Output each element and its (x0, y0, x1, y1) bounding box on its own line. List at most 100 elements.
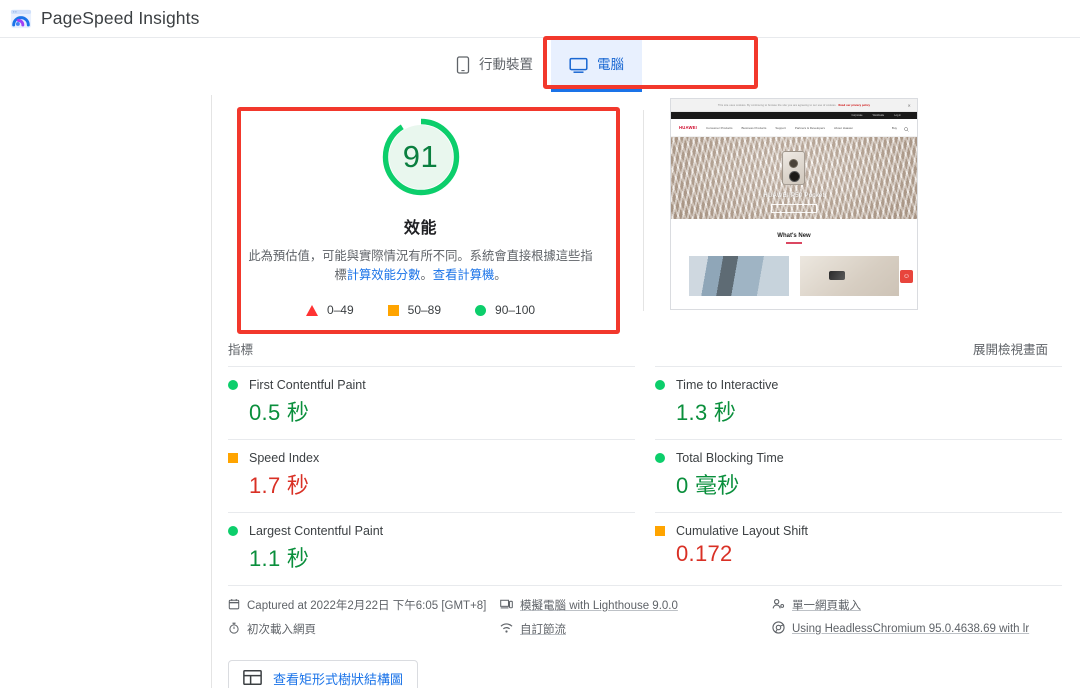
mobile-icon (456, 56, 470, 74)
thumb-cookie-bar: This site uses cookies. By continuing to… (671, 99, 917, 112)
metrics-column-left: First Contentful Paint 0.5 秒 Speed Index… (228, 366, 635, 585)
thumb-nav-0: Consumer Products (705, 125, 733, 130)
score-gauge: 91 (380, 116, 462, 198)
metrics-column-right: Time to Interactive 1.3 秒 Total Blocking… (655, 366, 1062, 585)
main-content: 91 效能 此為預估值，可能與實際情況有所不同。系統會直接根據這些指標計算效能分… (0, 92, 1080, 688)
metric-value: 1.1 秒 (249, 546, 310, 572)
meta-captured: Captured at 2022年2月22日 下午6:05 [GMT+8] (228, 597, 500, 613)
metric-value: 0 毫秒 (676, 473, 740, 499)
summary-divider (643, 110, 644, 312)
desktop-icon (569, 57, 588, 74)
performance-score-card: 91 效能 此為預估值，可能與實際情況有所不同。系統會直接根據這些指標計算效能分… (228, 92, 613, 329)
tab-desktop-label: 電腦 (597, 56, 624, 72)
score-description-sep2: 。 (494, 268, 507, 283)
thumb-hero-button (771, 204, 817, 213)
view-treemap-button[interactable]: 查看矩形式樹狀結構圖 (228, 660, 419, 688)
expand-view-button[interactable]: 展開檢視畫面 (973, 339, 1048, 358)
score-legend: 0–49 50–89 90–100 (305, 303, 536, 318)
thumb-nav-4: About Huawei (834, 125, 853, 130)
score-title: 效能 (403, 220, 438, 237)
app-title: PageSpeed Insights (41, 8, 200, 28)
metrics-header: 指標 展開檢視畫面 (228, 329, 1062, 366)
metric-value: 1.7 秒 (249, 473, 310, 499)
calendar-icon (228, 598, 240, 613)
status-circle-icon (228, 526, 238, 537)
status-circle-icon (228, 380, 238, 391)
meta-user-agent[interactable]: Using HeadlessChromium 95.0.4638.69 with… (772, 621, 1062, 637)
triangle-icon (305, 304, 318, 316)
metric-first-contentful-paint[interactable]: First Contentful Paint 0.5 秒 (228, 366, 635, 439)
status-circle-icon (655, 380, 665, 391)
status-square-icon (655, 526, 665, 537)
final-screenshot-wrap: This site uses cookies. By continuing to… (670, 92, 918, 310)
score-value: 91 (402, 139, 439, 174)
thumb-topbar-item-0: Corporate (851, 114, 863, 117)
meta-emulation-text: 模擬電腦 with Lighthouse 9.0.0 (520, 600, 678, 613)
chromium-icon (772, 621, 785, 637)
device-tabs: 行動裝置 電腦 (438, 38, 642, 92)
metric-total-blocking-time[interactable]: Total Blocking Time 0 毫秒 (655, 439, 1062, 512)
metric-value: 0.172 (676, 541, 733, 567)
meta-emulation[interactable]: 模擬電腦 with Lighthouse 9.0.0 (500, 597, 772, 613)
metric-value: 1.3 秒 (676, 400, 737, 426)
calculator-link[interactable]: 查看計算機 (433, 268, 495, 282)
metric-name: Total Blocking Time (676, 451, 784, 466)
square-icon (387, 304, 399, 316)
legend-item-average: 50–89 (387, 303, 442, 318)
thumb-cookie-close-icon: ✕ (907, 102, 911, 108)
meta-single-load[interactable]: 單一網頁載入 (772, 597, 1062, 613)
thumb-navbar: HUAWEI Consumer Products Business Produc… (671, 119, 917, 137)
treemap-icon (243, 669, 262, 688)
metrics-grid: First Contentful Paint 0.5 秒 Speed Index… (228, 366, 1062, 585)
thumb-nav-1: Business Products (741, 125, 767, 130)
meta-column-3: 單一網頁載入 Using HeadlessChromium 95.0.4638.… (772, 597, 1062, 637)
thumb-cart-label: Buy (891, 125, 897, 130)
metric-time-to-interactive[interactable]: Time to Interactive 1.3 秒 (655, 366, 1062, 439)
thumb-cookie-link: Read our privacy policy (838, 103, 871, 107)
thumb-topbar: Corporate Worldwide Log in (671, 112, 917, 119)
tab-desktop[interactable]: 電腦 (551, 38, 642, 92)
summary-row: 91 效能 此為預估值，可能與實際情況有所不同。系統會直接根據這些指標計算效能分… (228, 92, 1080, 329)
single-page-load-icon (772, 598, 785, 613)
thumb-card-row (671, 244, 917, 296)
meta-single-load-text: 單一網頁載入 (792, 600, 861, 613)
thumb-hero-title: HUAWEI P50 Pocket (763, 193, 825, 199)
score-description-sep1: 。 (420, 268, 433, 283)
thumb-topbar-item-1: Worldwide (872, 114, 885, 117)
thumb-brand: HUAWEI (679, 125, 697, 130)
metric-largest-contentful-paint[interactable]: Largest Contentful Paint 1.1 秒 (228, 512, 635, 585)
thumb-nav-3: Partners & Developers (794, 125, 826, 130)
final-screenshot[interactable]: This site uses cookies. By continuing to… (670, 98, 918, 310)
meta-captured-text: Captured at 2022年2月22日 下午6:05 [GMT+8] (247, 600, 487, 613)
thumb-phone-camera-1 (789, 159, 799, 168)
network-throttle-icon (500, 622, 513, 637)
meta-column-2: 模擬電腦 with Lighthouse 9.0.0 自訂節流 (500, 597, 772, 637)
legend-range-poor: 0–49 (326, 303, 354, 318)
legend-item-poor: 0–49 (305, 303, 354, 318)
legend-range-average: 50–89 (407, 303, 442, 318)
thumb-nav-2: Support (775, 125, 786, 130)
thumb-phone-camera-2 (789, 171, 801, 182)
thumb-cookie-text: This site uses cookies. By continuing to… (717, 103, 837, 107)
circle-icon (475, 304, 487, 316)
stopwatch-icon (228, 622, 240, 637)
metric-name: Time to Interactive (676, 378, 779, 393)
run-metadata: Captured at 2022年2月22日 下午6:05 [GMT+8] 初次… (228, 585, 1062, 647)
meta-initial-load-text: 初次載入網頁 (247, 624, 316, 637)
thumb-nav-right: Buy (892, 119, 909, 137)
tab-mobile[interactable]: 行動裝置 (438, 38, 551, 92)
metric-cumulative-layout-shift[interactable]: Cumulative Layout Shift 0.172 (655, 512, 1062, 579)
status-circle-icon (655, 453, 665, 464)
view-treemap-label: 查看矩形式樹狀結構圖 (273, 672, 404, 688)
legend-range-good: 90–100 (495, 303, 536, 318)
calc-score-link[interactable]: 計算效能分數 (347, 268, 421, 282)
metric-name: Largest Contentful Paint (249, 524, 384, 539)
thumb-section-title: What's New (777, 233, 811, 239)
metric-speed-index[interactable]: Speed Index 1.7 秒 (228, 439, 635, 512)
meta-throttling[interactable]: 自訂節流 (500, 621, 772, 637)
meta-user-agent-text: Using HeadlessChromium 95.0.4638.69 with… (792, 623, 1030, 636)
metric-name: Speed Index (249, 451, 320, 466)
score-description: 此為預估值，可能與實際情況有所不同。系統會直接根據這些指標計算效能分數。查看計算… (246, 247, 595, 285)
status-square-icon (228, 453, 238, 464)
device-tabs-row: 行動裝置 電腦 (0, 38, 1080, 92)
